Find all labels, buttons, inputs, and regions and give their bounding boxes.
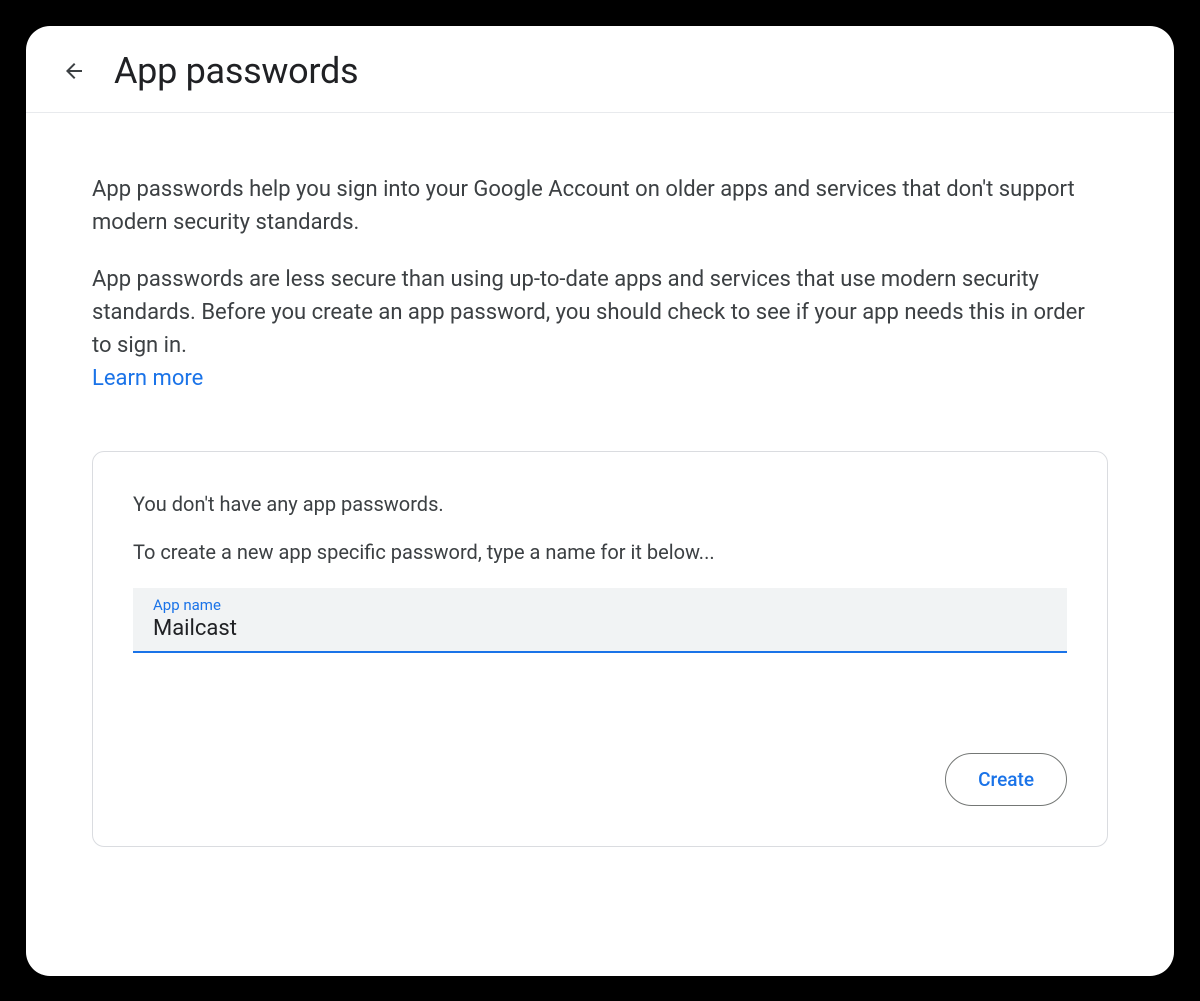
- app-name-label: App name: [153, 596, 1047, 614]
- description-paragraph-2-text: App passwords are less secure than using…: [92, 267, 1085, 358]
- create-password-card: You don't have any app passwords. To cre…: [92, 451, 1108, 847]
- page-content: App passwords help you sign into your Go…: [26, 113, 1174, 887]
- empty-state-text: You don't have any app passwords.: [133, 492, 1067, 516]
- app-name-input[interactable]: [153, 616, 1047, 641]
- learn-more-link[interactable]: Learn more: [92, 366, 203, 391]
- button-row: Create: [133, 753, 1067, 806]
- instruction-text: To create a new app specific password, t…: [133, 540, 1067, 564]
- back-button[interactable]: [54, 51, 94, 91]
- arrow-left-icon: [62, 59, 86, 83]
- description-paragraph-2: App passwords are less secure than using…: [92, 263, 1108, 395]
- page-title: App passwords: [114, 50, 358, 92]
- app-name-input-wrapper[interactable]: App name: [133, 588, 1067, 653]
- app-passwords-window: App passwords App passwords help you sig…: [26, 26, 1174, 976]
- page-header: App passwords: [26, 26, 1174, 113]
- create-button[interactable]: Create: [945, 753, 1067, 806]
- description-paragraph-1: App passwords help you sign into your Go…: [92, 173, 1108, 239]
